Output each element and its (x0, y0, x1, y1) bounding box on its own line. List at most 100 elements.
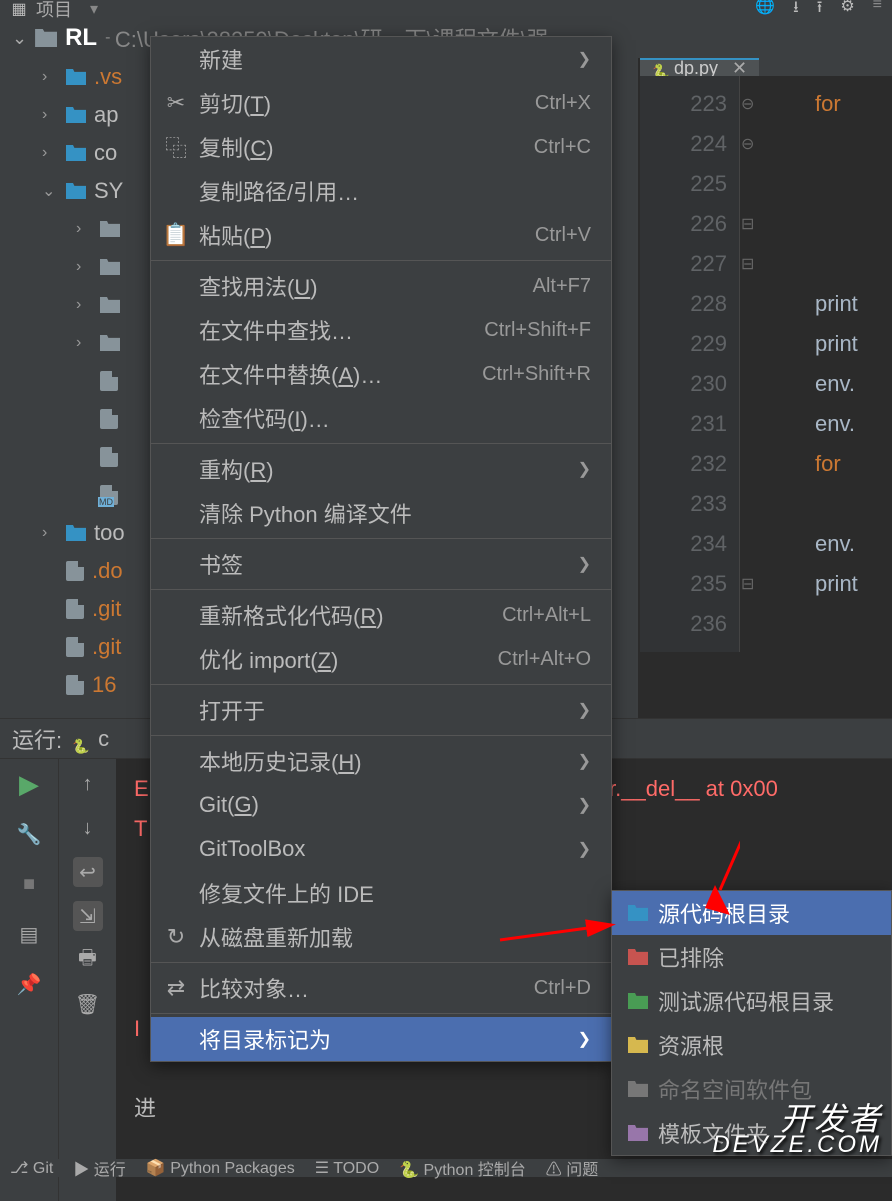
up-arrow-icon[interactable]: ↑ (73, 769, 103, 799)
editor-code[interactable]: for printprintenv.env.for env.print (815, 76, 892, 644)
chevron-icon[interactable]: › (76, 258, 94, 276)
statusbar-run[interactable]: ▶ 运行 (73, 1156, 125, 1180)
chevron-down-icon[interactable]: ⌄ (12, 28, 27, 49)
breadcrumb-root[interactable]: RL (65, 24, 97, 52)
menu-item[interactable]: 书签❯ (151, 542, 611, 586)
play-icon[interactable]: ▶ (14, 769, 44, 799)
code-line[interactable] (815, 164, 892, 204)
chevron-icon[interactable]: › (76, 296, 94, 314)
file-icon (66, 599, 84, 619)
submenu-item[interactable]: 已排除 (612, 935, 891, 979)
fold-icon[interactable]: ⊟ (741, 254, 757, 274)
down-arrow-icon[interactable]: ↓ (73, 813, 103, 843)
line-number[interactable]: 226 (640, 204, 739, 244)
chevron-icon[interactable]: › (42, 68, 60, 86)
chevron-down-icon[interactable]: ▾ (90, 0, 98, 19)
delete-icon[interactable]: 🗑 (73, 989, 103, 1019)
menu-item[interactable]: 检查代码(I)… (151, 396, 611, 440)
menu-item[interactable]: 打开于❯ (151, 688, 611, 732)
menu-item[interactable]: 新建❯ (151, 37, 611, 81)
line-number[interactable]: 236 (640, 604, 739, 644)
statusbar-console[interactable]: 🐍 Python 控制台 (399, 1156, 526, 1180)
fold-icon[interactable]: ⊖ (741, 94, 757, 114)
submenu-item[interactable]: 测试源代码根目录 (612, 979, 891, 1023)
stop-icon[interactable]: ■ (14, 869, 44, 899)
line-number[interactable]: 235 (640, 564, 739, 604)
menu-item[interactable]: ✂剪切(T)Ctrl+X (151, 81, 611, 125)
statusbar-todo[interactable]: ☰ TODO (315, 1158, 379, 1178)
pin-icon[interactable]: 📌 (14, 969, 44, 999)
menu-item[interactable]: Git(G)❯ (151, 783, 611, 827)
menu-item[interactable]: 重构(R)❯ (151, 447, 611, 491)
code-line[interactable]: for (815, 84, 892, 124)
menu-item[interactable]: ⇄比较对象…Ctrl+D (151, 966, 611, 1010)
wrench-icon[interactable]: 🔧 (14, 819, 44, 849)
menu-item[interactable]: 清除 Python 编译文件 (151, 491, 611, 535)
menu-item-label: 本地历史记录(H) (199, 745, 362, 777)
chevron-icon[interactable]: › (42, 144, 60, 162)
line-number[interactable]: 232 (640, 444, 739, 484)
code-line[interactable]: print (815, 324, 892, 364)
git-branch-icon[interactable]: ⎇ Git (10, 1158, 53, 1178)
code-line[interactable]: env. (815, 524, 892, 564)
menu-item[interactable]: 在文件中替换(A)…Ctrl+Shift+R (151, 352, 611, 396)
menu-item[interactable]: 修复文件上的 IDE (151, 871, 611, 915)
menu-item[interactable]: 优化 import(Z)Ctrl+Alt+O (151, 637, 611, 681)
code-line[interactable]: print (815, 284, 892, 324)
layout-icon[interactable]: ▤ (14, 919, 44, 949)
menu-icon[interactable]: ≡ (873, 0, 882, 23)
statusbar-issues[interactable]: ⚠ 问题 (546, 1156, 598, 1180)
upload-icon[interactable]: ⭱ (817, 0, 823, 23)
code-line[interactable]: env. (815, 364, 892, 404)
menu-item[interactable]: 📋粘贴(P)Ctrl+V (151, 213, 611, 257)
code-line[interactable] (815, 124, 892, 164)
line-number[interactable]: 229 (640, 324, 739, 364)
line-number[interactable]: 228 (640, 284, 739, 324)
menu-item[interactable]: 重新格式化代码(R)Ctrl+Alt+L (151, 593, 611, 637)
statusbar: ⎇ Git ▶ 运行 📦 Python Packages ☰ TODO 🐍 Py… (0, 1159, 892, 1177)
print-icon[interactable]: 🖶 (73, 945, 103, 975)
menu-item[interactable]: ↻从磁盘重新加载 (151, 915, 611, 959)
menu-item[interactable]: 查找用法(U)Alt+F7 (151, 264, 611, 308)
line-number[interactable]: 223 (640, 84, 739, 124)
menu-item[interactable]: 将目录标记为❯ (151, 1017, 611, 1061)
menu-item[interactable]: 在文件中查找…Ctrl+Shift+F (151, 308, 611, 352)
chevron-icon[interactable]: ⌄ (42, 181, 60, 201)
fold-icon[interactable]: ⊟ (741, 214, 757, 234)
fold-icon[interactable]: ⊖ (741, 134, 757, 154)
chevron-icon[interactable]: › (42, 106, 60, 124)
code-line[interactable] (815, 244, 892, 284)
menu-item[interactable]: ⿻复制(C)Ctrl+C (151, 125, 611, 169)
code-line[interactable]: for (815, 444, 892, 484)
line-number[interactable]: 234 (640, 524, 739, 564)
line-number[interactable]: 224 (640, 124, 739, 164)
menu-item[interactable]: 本地历史记录(H)❯ (151, 739, 611, 783)
line-number[interactable]: 230 (640, 364, 739, 404)
submenu-item[interactable]: 源代码根目录 (612, 891, 891, 935)
line-number[interactable]: 233 (640, 484, 739, 524)
globe-icon[interactable]: 🌐 (755, 0, 775, 23)
gear-icon[interactable]: ⚙ (840, 0, 854, 23)
line-number[interactable]: 231 (640, 404, 739, 444)
code-line[interactable]: print (815, 564, 892, 604)
submenu-item[interactable]: 资源根 (612, 1023, 891, 1067)
menu-item[interactable]: 复制路径/引用… (151, 169, 611, 213)
code-line[interactable] (815, 604, 892, 644)
chevron-icon[interactable]: › (42, 524, 60, 542)
chevron-icon[interactable]: › (76, 220, 94, 238)
statusbar-packages[interactable]: 📦 Python Packages (146, 1158, 295, 1178)
chevron-icon[interactable]: › (76, 334, 94, 352)
menu-item-label: 重新格式化代码(R) (199, 599, 384, 631)
editor-tab[interactable]: dp.py ✕ (640, 58, 759, 76)
download-icon[interactable]: ⭳ (793, 0, 799, 23)
fold-icon[interactable]: ⊟ (741, 574, 757, 594)
wrap-icon[interactable]: ↩ (73, 857, 103, 887)
scroll-icon[interactable]: ⇲ (73, 901, 103, 931)
line-number[interactable]: 225 (640, 164, 739, 204)
line-number[interactable]: 227 (640, 244, 739, 284)
code-line[interactable] (815, 484, 892, 524)
code-line[interactable]: env. (815, 404, 892, 444)
context-menu[interactable]: 新建❯✂剪切(T)Ctrl+X⿻复制(C)Ctrl+C复制路径/引用…📋粘贴(P… (150, 36, 612, 1062)
code-line[interactable] (815, 204, 892, 244)
menu-item[interactable]: GitToolBox❯ (151, 827, 611, 871)
